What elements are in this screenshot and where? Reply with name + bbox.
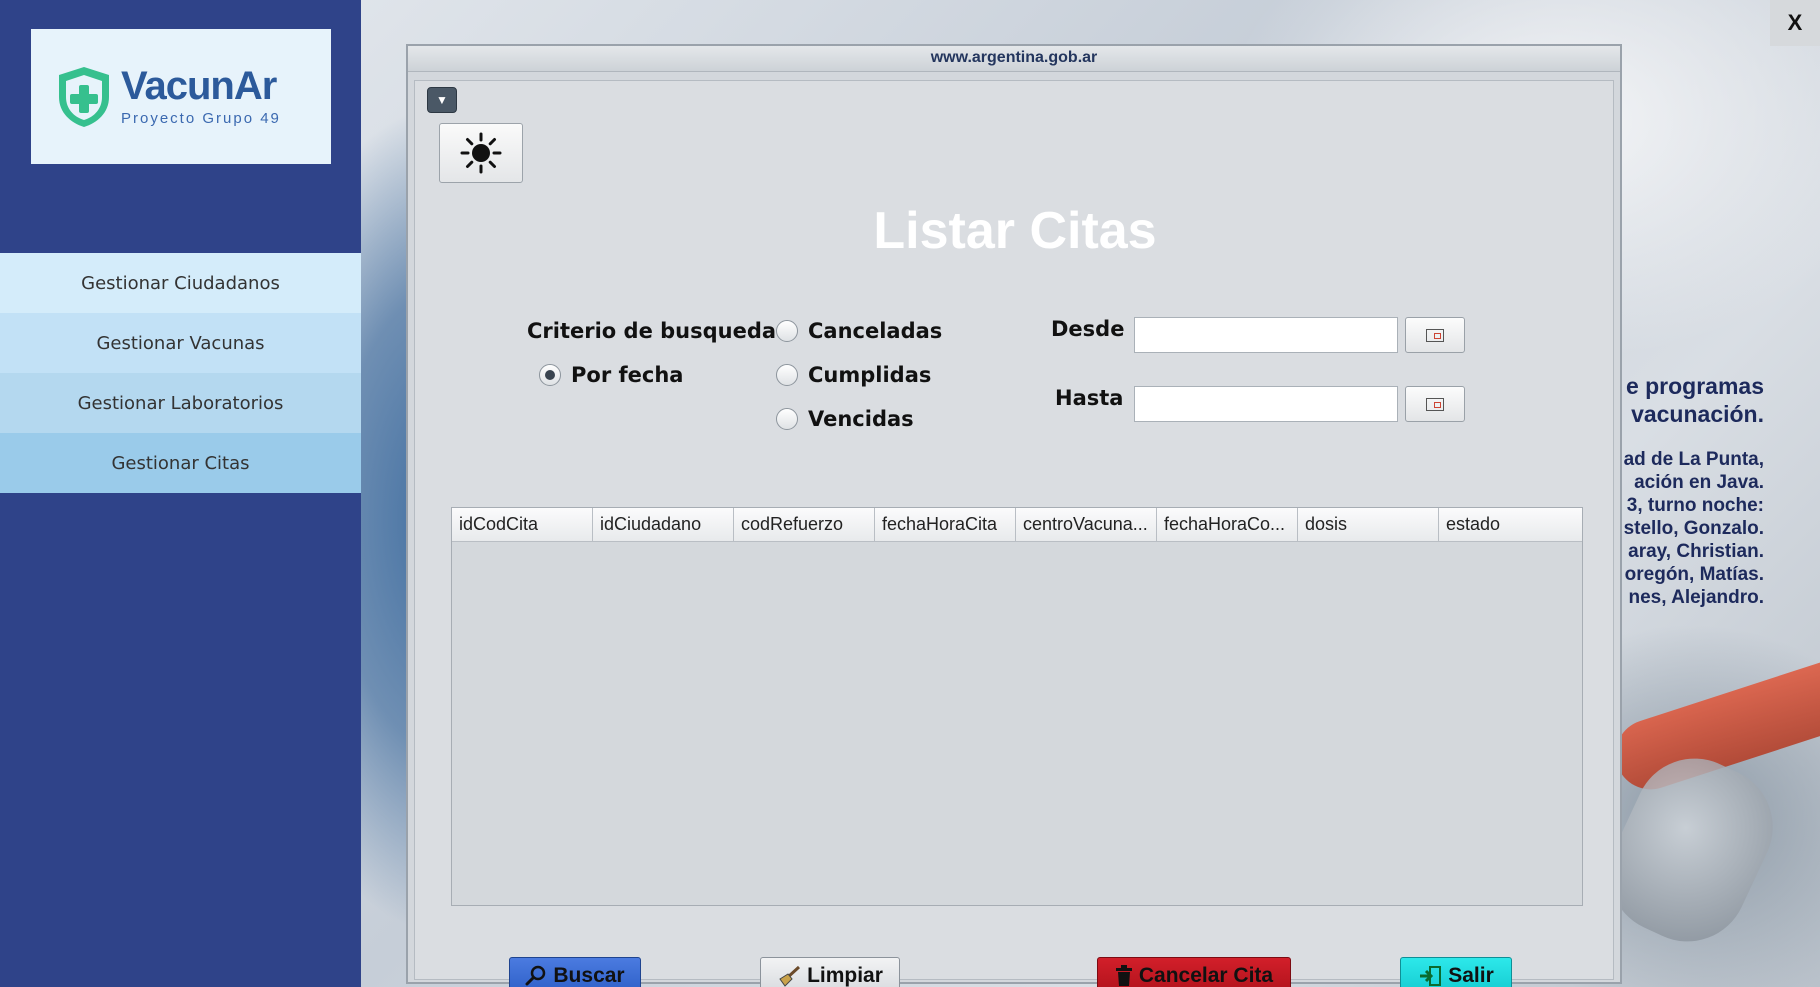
credits-line: ad de La Punta, [1623, 449, 1764, 470]
radio-label: Cumplidas [808, 363, 932, 387]
logo-subtitle: Proyecto Grupo 49 [121, 110, 281, 127]
credits-line: e programas [1625, 373, 1764, 399]
radio-vencidas[interactable]: Vencidas [776, 407, 914, 431]
column-header[interactable]: centroVacuna... [1016, 508, 1157, 542]
column-header[interactable]: codRefuerzo [734, 508, 875, 542]
salir-button[interactable]: Salir [1400, 957, 1512, 987]
calendar-icon [1426, 397, 1444, 411]
radio-label: Canceladas [808, 319, 943, 343]
limpiar-button[interactable]: Limpiar [760, 957, 900, 987]
sidebar-item-citas[interactable]: Gestionar Citas [0, 433, 361, 493]
buscar-button[interactable]: Buscar [509, 957, 641, 987]
column-header[interactable]: fechaHoraCo... [1157, 508, 1298, 542]
sun-icon [460, 132, 502, 174]
column-header[interactable]: idCodCita [452, 508, 593, 542]
desde-calendar-button[interactable] [1405, 317, 1465, 353]
logo-title: VacunAr [121, 64, 277, 108]
desde-date-input[interactable] [1134, 317, 1398, 353]
sidebar: VacunAr Proyecto Grupo 49 Gestionar Ciud… [0, 0, 361, 987]
radio-indicator [776, 364, 798, 386]
criteria-label: Criterio de busqueda [527, 319, 777, 343]
column-header[interactable]: fechaHoraCita [875, 508, 1016, 542]
citas-table[interactable]: idCodCita idCiudadano codRefuerzo fechaH… [451, 507, 1583, 906]
close-button[interactable]: X [1770, 0, 1820, 46]
radio-cumplidas[interactable]: Cumplidas [776, 363, 931, 387]
cancelar-cita-button[interactable]: Cancelar Cita [1097, 957, 1291, 987]
radio-canceladas[interactable]: Canceladas [776, 319, 942, 343]
column-header[interactable]: dosis [1298, 508, 1439, 542]
radio-indicator [776, 408, 798, 430]
page-title: Listar Citas [873, 202, 1157, 260]
broom-icon [777, 965, 801, 987]
hasta-label: Hasta [1055, 386, 1124, 410]
shield-cross-icon [59, 66, 109, 127]
sidebar-item-ciudadanos[interactable]: Gestionar Ciudadanos [0, 253, 361, 313]
salir-label: Salir [1448, 964, 1494, 987]
table-header: idCodCita idCiudadano codRefuerzo fechaH… [452, 508, 1582, 542]
limpiar-label: Limpiar [807, 964, 883, 987]
logo: VacunAr Proyecto Grupo 49 [31, 29, 331, 164]
magnifier-icon [525, 965, 547, 987]
radio-label: Vencidas [808, 407, 914, 431]
buscar-label: Buscar [553, 964, 625, 987]
trash-icon [1115, 965, 1133, 987]
credits-line: oregón, Matías. [1624, 564, 1764, 585]
cancelar-cita-label: Cancelar Cita [1138, 964, 1274, 987]
hasta-calendar-button[interactable] [1405, 386, 1465, 422]
credits-line: aray, Christian. [1628, 541, 1764, 562]
radio-indicator [539, 364, 561, 386]
sidebar-item-vacunas[interactable]: Gestionar Vacunas [0, 313, 361, 373]
credits-text: e programas vacunación. ad de La Punta, … [1608, 372, 1764, 609]
credits-line: vacunación. [1631, 401, 1764, 427]
desde-label: Desde [1051, 317, 1125, 341]
radio-indicator [776, 320, 798, 342]
credits-line: ación en Java. [1634, 472, 1764, 493]
calendar-icon [1426, 328, 1444, 342]
credits-line: nes, Alejandro. [1628, 587, 1765, 608]
column-header[interactable]: idCiudadano [593, 508, 734, 542]
exit-icon [1418, 965, 1442, 987]
radio-por-fecha[interactable]: Por fecha [539, 363, 683, 387]
frame-title-bar[interactable]: www.argentina.gob.ar [408, 46, 1620, 72]
chevron-down-icon[interactable]: ▼ [427, 87, 457, 113]
frame-content: ▼ Listar Citas Criterio de busqueda Por … [414, 80, 1614, 987]
sidebar-item-laboratorios[interactable]: Gestionar Laboratorios [0, 373, 361, 433]
internal-frame: www.argentina.gob.ar ▼ Listar Citas Crit… [406, 44, 1622, 987]
hasta-date-input[interactable] [1134, 386, 1398, 422]
theme-toggle-button[interactable] [439, 123, 523, 183]
credits-line: 3, turno noche: [1626, 495, 1764, 516]
radio-label: Por fecha [571, 363, 684, 387]
credits-line: stello, Gonzalo. [1623, 518, 1764, 539]
column-header[interactable]: estado [1439, 508, 1572, 542]
